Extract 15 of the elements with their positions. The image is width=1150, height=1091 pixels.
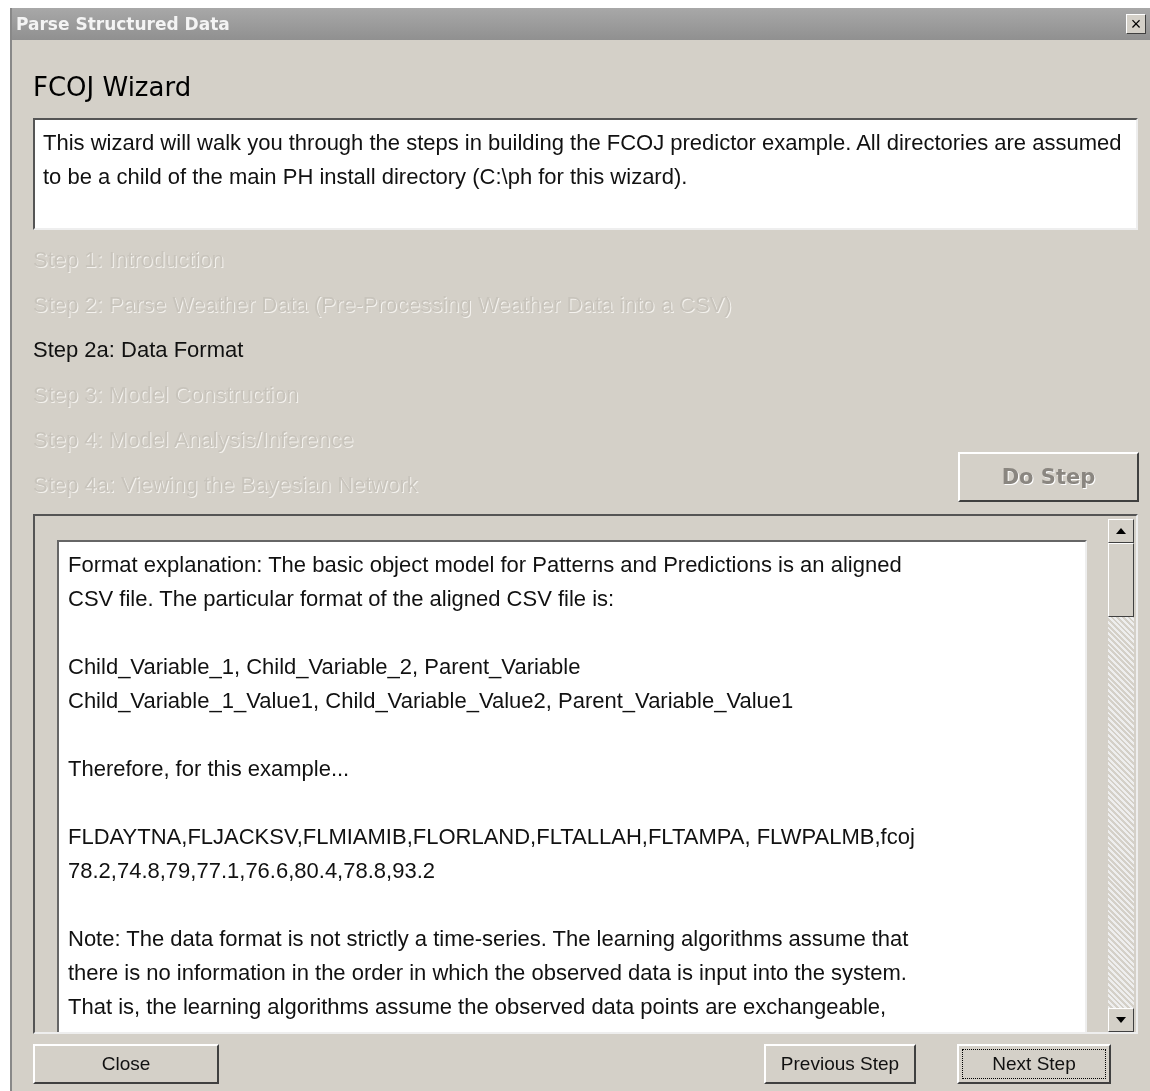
scroll-thumb[interactable]: [1108, 543, 1134, 617]
paragraph: Format explanation: The basic object model for Patterns and Predictions is an aligned CSV file. The particular format of the aligned CSV file is:: [68, 551, 903, 613]
step-item[interactable]: Step 2a: Data Format: [33, 334, 732, 379]
dialog-button[interactable]: Previous Step: [764, 1044, 916, 1084]
paragraph: Note: The data format is not strictly a time-series. The learning algorithms assume that there is no information in the order in which the observed data is input into the system. That is, the learning algorithms assume the observed data points are exchangeable,: [68, 925, 910, 1021]
paragraph: Therefore, for this example...: [68, 755, 351, 783]
paragraph: Child_Variable_1, Child_Variable_2, Parent_Variable Child_Variable_1_Value1, Child_Variable_Value2, Parent_Variable_Value1: [68, 653, 795, 715]
close-button[interactable]: ×: [1126, 14, 1146, 34]
paragraph: FLDAYTNA,FLJACKSV,FLMIAMIB,FLORLAND,FLTALLAH,FLTAMPA, FLWPALMB,fcoj 78.2,74.8,79,77.1,76.6,80.4,78.8,93.2: [68, 823, 916, 885]
window-title: Parse Structured Data: [16, 14, 230, 34]
wizard-heading: FCOJ Wizard: [33, 71, 193, 104]
dialog-button[interactable]: Close: [33, 1044, 219, 1084]
intro-text-box: This wizard will walk you through the steps in building the FCOJ predictor example. All directories are assumed to be a child of the main PH install directory (C:\ph for this wizard).: [33, 118, 1138, 230]
scrollbar[interactable]: [1108, 519, 1134, 1032]
dialog-button[interactable]: Next Step: [957, 1044, 1111, 1084]
